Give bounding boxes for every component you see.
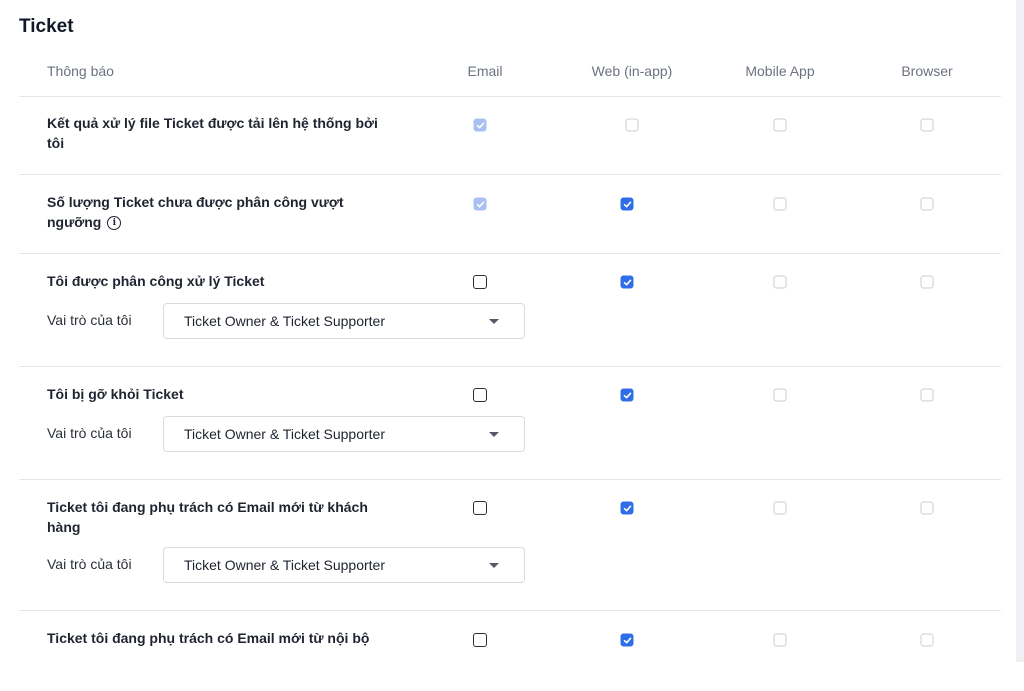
check-icon <box>623 279 632 286</box>
scroll-edge <box>1016 0 1024 662</box>
notification-label: Kết quả xử lý file Ticket được tải lên h… <box>47 115 378 151</box>
check-icon <box>623 505 632 512</box>
info-circle-icon[interactable]: i <box>107 216 122 231</box>
table-row: Tôi bị gỡ khỏi Ticket Vai trò của tôi Ti… <box>19 367 1001 480</box>
notification-label: Số lượng Ticket chưa được phân công vượt… <box>47 192 392 232</box>
table-row: Số lượng Ticket chưa được phân công vượt… <box>19 175 1001 254</box>
column-header-web: Web (in-app) <box>591 63 673 79</box>
mobile-checkbox <box>773 388 787 402</box>
column-header-mobile: Mobile App <box>745 63 815 79</box>
role-select-value: Ticket Owner & Ticket Supporter <box>184 557 385 573</box>
column-header-email: Email <box>467 63 503 79</box>
role-select-value: Ticket Owner & Ticket Supporter <box>184 426 385 442</box>
role-select[interactable]: Ticket Owner & Ticket Supporter <box>163 303 525 339</box>
role-label: Vai trò của tôi <box>47 556 132 572</box>
caret-down-icon <box>489 432 499 437</box>
browser-checkbox <box>920 388 934 402</box>
web-checkbox[interactable] <box>620 275 634 289</box>
browser-checkbox <box>920 197 934 211</box>
role-label: Vai trò của tôi <box>47 425 132 441</box>
column-header-browser: Browser <box>901 63 953 79</box>
notification-label: Ticket tôi đang phụ trách có Email mới t… <box>47 499 368 535</box>
check-icon <box>476 122 485 129</box>
role-select[interactable]: Ticket Owner & Ticket Supporter <box>163 547 525 583</box>
mobile-checkbox <box>773 197 787 211</box>
role-select-value: Ticket Owner & Ticket Supporter <box>184 313 385 329</box>
email-checkbox <box>473 118 487 132</box>
mobile-checkbox <box>773 501 787 515</box>
table-row: Tôi được phân công xử lý Ticket Vai trò … <box>19 254 1001 367</box>
table-row: Ticket tôi đang phụ trách có Email mới t… <box>19 480 1001 611</box>
web-checkbox[interactable] <box>620 197 634 211</box>
notification-label: Ticket tôi đang phụ trách có Email mới t… <box>47 630 370 646</box>
mobile-checkbox <box>773 275 787 289</box>
web-checkbox[interactable] <box>620 633 634 647</box>
check-icon <box>623 201 632 208</box>
check-icon <box>623 637 632 644</box>
notification-label: Tôi được phân công xử lý Ticket <box>47 273 265 289</box>
browser-checkbox <box>920 633 934 647</box>
browser-checkbox <box>920 118 934 132</box>
mobile-checkbox <box>773 633 787 647</box>
section-title: Ticket <box>19 16 74 37</box>
web-checkbox[interactable] <box>620 501 634 515</box>
email-checkbox <box>473 197 487 211</box>
column-header-notification: Thông báo <box>47 63 114 79</box>
email-checkbox[interactable] <box>473 501 487 515</box>
table-header: Thông báo Email Web (in-app) Mobile App … <box>19 60 1001 97</box>
browser-checkbox <box>920 275 934 289</box>
check-icon <box>476 201 485 208</box>
role-select[interactable]: Ticket Owner & Ticket Supporter <box>163 416 525 452</box>
email-checkbox[interactable] <box>473 275 487 289</box>
notification-label-text: Số lượng Ticket chưa được phân công vượt… <box>47 194 344 230</box>
caret-down-icon <box>489 563 499 568</box>
table-row: Kết quả xử lý file Ticket được tải lên h… <box>19 96 1001 175</box>
email-checkbox[interactable] <box>473 388 487 402</box>
notification-label: Tôi bị gỡ khỏi Ticket <box>47 386 184 402</box>
caret-down-icon <box>489 319 499 324</box>
email-checkbox[interactable] <box>473 633 487 647</box>
check-icon <box>623 392 632 399</box>
browser-checkbox <box>920 501 934 515</box>
web-checkbox[interactable] <box>620 388 634 402</box>
mobile-checkbox <box>773 118 787 132</box>
role-label: Vai trò của tôi <box>47 312 132 328</box>
web-checkbox <box>625 118 639 132</box>
table-row: Ticket tôi đang phụ trách có Email mới t… <box>19 611 1001 691</box>
